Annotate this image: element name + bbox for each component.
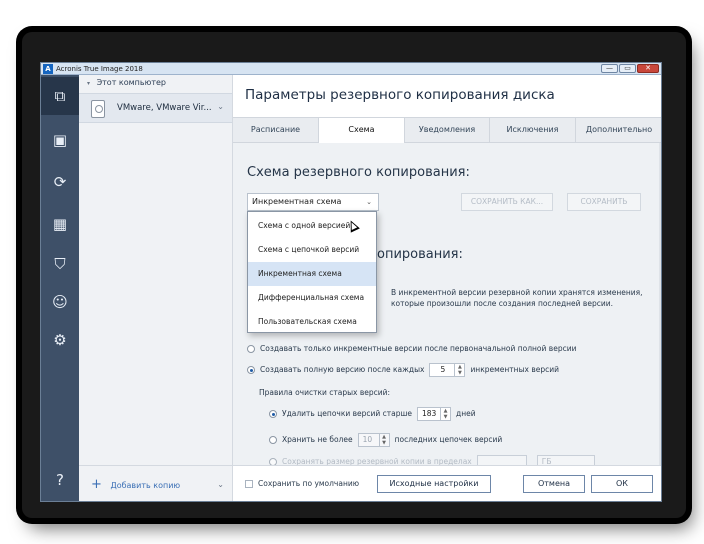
window-title: Acronis True Image 2018 bbox=[56, 65, 143, 73]
ok-button[interactable]: ОК bbox=[591, 475, 653, 493]
minimize-button[interactable]: — bbox=[601, 64, 618, 73]
tab-scheme[interactable]: Схема bbox=[319, 118, 405, 144]
plus-icon: + bbox=[91, 477, 102, 492]
chevron-down-icon: ⌄ bbox=[366, 198, 372, 206]
option-keep-chains[interactable]: Хранить не более 10 ▲ ▼ последних цепочек… bbox=[269, 433, 502, 447]
option-only-incremental[interactable]: Создавать только инкрементные версии пос… bbox=[247, 343, 576, 355]
menu-item-version-chain[interactable]: Схема с цепочкой версий bbox=[248, 238, 376, 262]
delete-chains-stepper[interactable]: 183 ▲ ▼ bbox=[417, 407, 452, 421]
option-delete-chains-prefix: Удалить цепочки версий старше bbox=[282, 409, 413, 418]
full-every-stepper[interactable]: 5 ▲ ▼ bbox=[429, 363, 466, 377]
sync-icon[interactable]: ⟳ bbox=[41, 163, 79, 201]
menu-item-incremental[interactable]: Инкрементная схема bbox=[248, 262, 376, 286]
backup-icon[interactable]: ⧉ bbox=[41, 77, 79, 115]
full-every-value: 5 bbox=[440, 365, 446, 374]
acronis-logo-icon: A bbox=[43, 64, 53, 74]
collapse-icon: ▾ bbox=[87, 80, 91, 87]
maximize-button[interactable]: ▭ bbox=[619, 64, 636, 73]
source-item[interactable]: VMware, VMware Vir... ⌄ bbox=[79, 93, 232, 123]
option-full-every[interactable]: Создавать полную версию после каждых 5 ▲… bbox=[247, 363, 559, 377]
option-full-every-prefix: Создавать полную версию после каждых bbox=[260, 365, 425, 374]
sources-pane: ▾ Этот компьютер VMware, VMware Vir... ⌄… bbox=[79, 75, 233, 501]
option-keep-prefix: Хранить не более bbox=[282, 435, 353, 444]
save-default-checkbox[interactable] bbox=[245, 480, 253, 488]
page-title: Параметры резервного копирования диска bbox=[245, 87, 555, 103]
menu-item-custom[interactable]: Пользовательская схема bbox=[248, 310, 376, 334]
tab-schedule[interactable]: Расписание bbox=[233, 118, 319, 142]
scheme-dropdown-value: Инкрементная схема bbox=[252, 197, 342, 206]
stepper-arrows-icon[interactable]: ▲ ▼ bbox=[378, 434, 389, 446]
this-computer-label: Этот компьютер bbox=[96, 78, 167, 87]
cancel-button[interactable]: Отмена bbox=[523, 475, 585, 493]
source-item-label: VMware, VMware Vir... bbox=[117, 103, 212, 113]
menu-item-differential[interactable]: Дифференциальная схема bbox=[248, 286, 376, 310]
dashboard-icon[interactable]: ▦ bbox=[41, 205, 79, 243]
protection-icon[interactable]: ⛉ bbox=[41, 245, 79, 283]
settings-icon[interactable]: ⚙ bbox=[41, 321, 79, 359]
save-scheme-button[interactable]: СОХРАНИТЬ bbox=[567, 193, 641, 211]
app-window: A Acronis True Image 2018 — ▭ ✕ ⧉ ▣ ⟳ ▦ … bbox=[40, 62, 662, 502]
computer-icon bbox=[91, 100, 105, 118]
save-default-label: Сохранить по умолчанию bbox=[258, 479, 360, 488]
initial-settings-button[interactable]: Исходные настройки bbox=[377, 475, 491, 493]
chevron-down-icon[interactable]: ⌄ bbox=[217, 466, 224, 501]
scheme-content: Схема резервного копирования: Инкрементн… bbox=[233, 143, 661, 469]
radio-full-every[interactable] bbox=[247, 366, 255, 374]
option-keep-suffix: последних цепочек версий bbox=[394, 435, 503, 444]
delete-chains-value: 183 bbox=[422, 409, 437, 418]
tab-bar: Расписание Схема Уведомления Исключения … bbox=[233, 117, 661, 144]
tab-advanced[interactable]: Дополнительно bbox=[576, 118, 661, 142]
keep-chains-value: 10 bbox=[362, 435, 373, 444]
radio-only-incremental[interactable] bbox=[247, 345, 255, 353]
nav-rail: ⧉ ▣ ⟳ ▦ ⛉ ☺ ⚙ ? bbox=[41, 75, 79, 501]
tab-notifications[interactable]: Уведомления bbox=[405, 118, 490, 142]
help-icon[interactable]: ? bbox=[41, 461, 79, 499]
stepper-arrows-icon[interactable]: ▲ ▼ bbox=[454, 364, 464, 376]
title-bar: A Acronis True Image 2018 — ▭ ✕ bbox=[41, 63, 661, 75]
add-copy-label: Добавить копию bbox=[110, 481, 181, 490]
dialog-footer: Сохранить по умолчанию Исходные настройк… bbox=[233, 465, 661, 501]
radio-delete-chains[interactable] bbox=[269, 410, 277, 418]
option-full-every-suffix: инкрементных версий bbox=[470, 365, 559, 374]
chevron-down-icon[interactable]: ⌄ bbox=[217, 102, 224, 111]
close-button[interactable]: ✕ bbox=[637, 64, 659, 73]
option-only-incremental-label: Создавать только инкрементные версии пос… bbox=[260, 344, 577, 353]
add-copy-button[interactable]: + Добавить копию ⌄ bbox=[79, 465, 232, 501]
method-heading: опирования: bbox=[377, 247, 463, 262]
account-icon[interactable]: ☺ bbox=[41, 283, 79, 321]
scheme-dropdown[interactable]: Инкрементная схема ⌄ bbox=[247, 193, 379, 211]
archive-icon[interactable]: ▣ bbox=[41, 121, 79, 159]
save-as-button[interactable]: СОХРАНИТЬ КАК... bbox=[461, 193, 553, 211]
option-delete-chains[interactable]: Удалить цепочки версий старше 183 ▲ ▼ дне… bbox=[269, 407, 476, 421]
scheme-heading: Схема резервного копирования: bbox=[247, 165, 470, 180]
main-panel: Параметры резервного копирования диска Р… bbox=[233, 75, 661, 501]
radio-keep-chains[interactable] bbox=[269, 436, 277, 444]
keep-chains-stepper[interactable]: 10 ▲ ▼ bbox=[357, 433, 390, 447]
cleanup-rules-label: Правила очистки старых версий: bbox=[259, 388, 391, 397]
stepper-arrows-icon[interactable]: ▲ ▼ bbox=[440, 408, 450, 420]
scrollbar[interactable] bbox=[659, 143, 661, 465]
this-computer-header[interactable]: ▾ Этот компьютер bbox=[79, 75, 232, 93]
option-delete-chains-suffix: дней bbox=[456, 409, 476, 418]
scheme-dropdown-menu: Схема с одной версией Схема с цепочкой в… bbox=[247, 211, 377, 333]
method-description: В инкрементной версии резервной копии хр… bbox=[391, 288, 643, 308]
tab-exclusions[interactable]: Исключения bbox=[490, 118, 576, 142]
